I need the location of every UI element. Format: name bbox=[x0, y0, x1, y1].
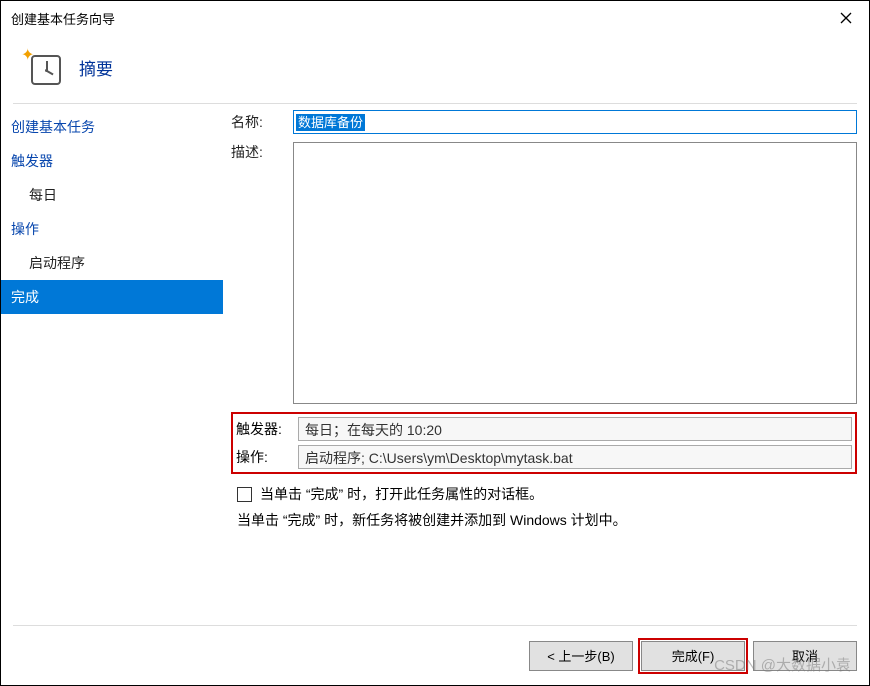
name-label: 名称: bbox=[231, 112, 293, 132]
footer: < 上一步(B) 完成(F) 取消 bbox=[13, 625, 857, 685]
wizard-header: ✦ 摘要 bbox=[1, 35, 869, 103]
step-create-task[interactable]: 创建基本任务 bbox=[1, 110, 223, 144]
name-value: 数据库备份 bbox=[296, 114, 365, 131]
action-label: 操作: bbox=[236, 447, 298, 467]
cancel-button[interactable]: 取消 bbox=[753, 641, 857, 671]
titlebar: 创建基本任务向导 bbox=[1, 1, 869, 35]
action-value: 启动程序; C:\Users\ym\Desktop\mytask.bat bbox=[298, 445, 852, 469]
step-trigger[interactable]: 触发器 bbox=[1, 144, 223, 178]
wizard-window: 创建基本任务向导 ✦ 摘要 创建基本任务 触发器 每日 操作 启动程序 完成 名… bbox=[0, 0, 870, 686]
content-pane: 名称: 数据库备份 描述: 触发器: 每日；在每天的 10:20 操作: 启动程… bbox=[223, 104, 869, 617]
trigger-value: 每日；在每天的 10:20 bbox=[298, 417, 852, 441]
step-start-program: 启动程序 bbox=[1, 246, 223, 280]
name-input[interactable]: 数据库备份 bbox=[293, 110, 857, 134]
info-text: 当单击 “完成” 时，新任务将被创建并添加到 Windows 计划中。 bbox=[231, 510, 857, 530]
summary-highlight: 触发器: 每日；在每天的 10:20 操作: 启动程序; C:\Users\ym… bbox=[231, 412, 857, 474]
step-action[interactable]: 操作 bbox=[1, 212, 223, 246]
window-title: 创建基本任务向导 bbox=[11, 9, 115, 28]
step-finish[interactable]: 完成 bbox=[1, 280, 223, 314]
back-button[interactable]: < 上一步(B) bbox=[529, 641, 633, 671]
trigger-label: 触发器: bbox=[236, 419, 298, 439]
wizard-steps: 创建基本任务 触发器 每日 操作 启动程序 完成 bbox=[1, 104, 223, 617]
open-properties-label: 当单击 “完成” 时，打开此任务属性的对话框。 bbox=[260, 484, 543, 504]
body: 创建基本任务 触发器 每日 操作 启动程序 完成 名称: 数据库备份 描述: 触… bbox=[1, 104, 869, 617]
close-button[interactable] bbox=[823, 1, 869, 35]
page-title: 摘要 bbox=[79, 55, 113, 80]
open-properties-row[interactable]: 当单击 “完成” 时，打开此任务属性的对话框。 bbox=[231, 484, 857, 504]
task-icon: ✦ bbox=[25, 49, 61, 85]
step-daily: 每日 bbox=[1, 178, 223, 212]
finish-button[interactable]: 完成(F) bbox=[641, 641, 745, 671]
open-properties-checkbox[interactable] bbox=[237, 487, 252, 502]
desc-input[interactable] bbox=[293, 142, 857, 404]
desc-label: 描述: bbox=[231, 142, 293, 162]
